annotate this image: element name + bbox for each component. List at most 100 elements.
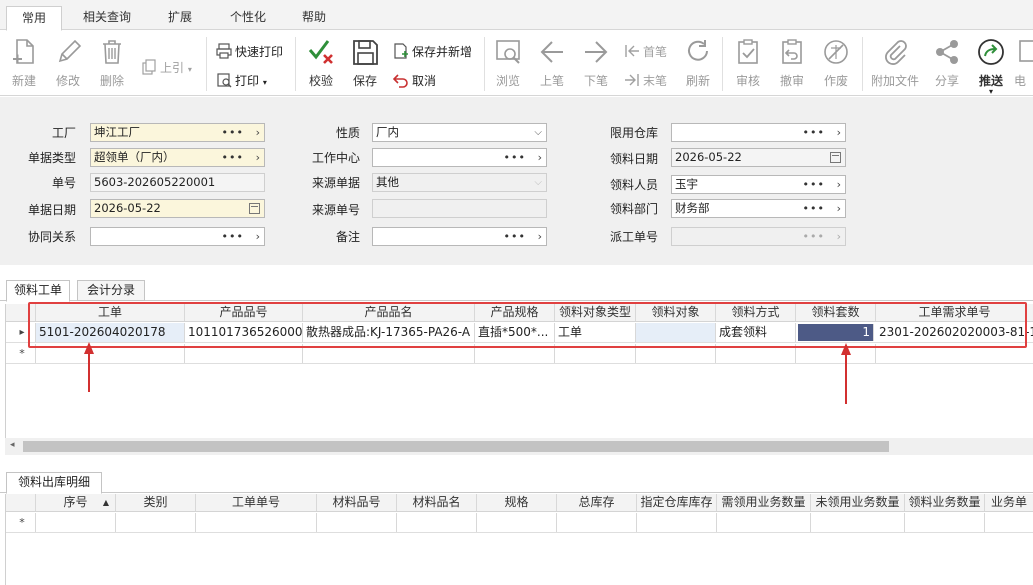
- doc-date-label: 单据日期: [27, 203, 76, 217]
- col-unpicked-qty[interactable]: 未领用业务数量: [811, 494, 905, 511]
- col-warehouse-stock[interactable]: 指定仓库库存: [637, 494, 717, 511]
- chevron-right-icon[interactable]: ›: [256, 228, 260, 245]
- print-button[interactable]: 打印 ▾: [216, 71, 267, 91]
- factory-label: 工厂: [51, 126, 76, 140]
- save-and-new-button[interactable]: 保存并新增: [393, 42, 472, 62]
- col-required-qty[interactable]: 需领用业务数量: [717, 494, 811, 511]
- chevron-right-icon[interactable]: ›: [837, 176, 841, 193]
- more-icon[interactable]: •••: [222, 124, 244, 141]
- more-icon[interactable]: •••: [803, 124, 825, 141]
- detail-tabs-2: 领料出库明细: [0, 468, 1033, 494]
- prev-ref-button[interactable]: 上引 ▾: [141, 58, 192, 78]
- pick-dept-label: 领料部门: [609, 202, 658, 216]
- save-button[interactable]: 保存: [344, 35, 386, 91]
- browse-icon: [496, 40, 520, 64]
- horizontal-scrollbar[interactable]: ◂: [5, 438, 1033, 455]
- col-material-no[interactable]: 材料品号: [317, 494, 397, 511]
- new-row[interactable]: *: [6, 513, 1033, 533]
- scroll-left-icon[interactable]: ◂: [10, 440, 15, 450]
- collab-field[interactable]: ••• ›: [90, 227, 265, 246]
- quick-print-button[interactable]: 快速打印: [216, 42, 283, 62]
- col-material-name[interactable]: 材料品名: [397, 494, 477, 511]
- delete-button[interactable]: 删除: [91, 35, 133, 91]
- chevron-right-icon[interactable]: ›: [256, 124, 260, 141]
- pick-dept-field[interactable]: 财务部 ••• ›: [671, 199, 846, 218]
- cancel-button[interactable]: 取消: [393, 71, 436, 91]
- tab-outbound-detail[interactable]: 领料出库明细: [6, 472, 102, 494]
- arrow-right-icon: [585, 41, 608, 63]
- remark-field[interactable]: ••• ›: [372, 227, 547, 246]
- calendar-icon[interactable]: [830, 152, 841, 163]
- menu-tab-extend[interactable]: 扩展: [152, 6, 208, 30]
- chevron-right-icon[interactable]: ›: [538, 228, 542, 245]
- picker-field[interactable]: 玉宇 ••• ›: [671, 175, 846, 194]
- outbound-grid: 序号 ▲ 类别 工单单号 材料品号 材料品名 规格 总库存 指定仓库库存 需领用业…: [5, 494, 1033, 585]
- last-record-button[interactable]: 末笔: [624, 71, 667, 91]
- more-icon: •••: [802, 230, 825, 243]
- refresh-button[interactable]: 刷新: [677, 35, 719, 91]
- source-doc-label: 来源单据: [311, 176, 360, 190]
- calendar-icon[interactable]: [249, 203, 260, 214]
- more-icon[interactable]: •••: [222, 149, 244, 166]
- clipboard-undo-icon: [782, 39, 802, 64]
- remark-label: 备注: [335, 230, 360, 244]
- menu-tab-personalize[interactable]: 个性化: [218, 6, 278, 30]
- col-workorder-no[interactable]: 工单单号: [196, 494, 317, 511]
- menu-tab-help[interactable]: 帮助: [288, 6, 340, 30]
- next-record-button[interactable]: 下笔: [575, 35, 617, 91]
- nature-label: 性质: [335, 126, 360, 140]
- tab-pick-workorder[interactable]: 领料工单: [6, 280, 70, 302]
- chevron-right-icon[interactable]: ›: [837, 200, 841, 217]
- trash-icon: [103, 40, 121, 64]
- toolbar-separator: [295, 37, 296, 91]
- edit-button[interactable]: 修改: [47, 35, 89, 91]
- electronic-button[interactable]: 电: [1014, 35, 1033, 91]
- col-business-doc[interactable]: 业务单: [985, 494, 1033, 511]
- doc-date-field[interactable]: 2026-05-22: [90, 199, 265, 218]
- factory-field[interactable]: 坤江工厂 ••• ›: [90, 123, 265, 142]
- push-button[interactable]: 推送 ▾: [970, 35, 1012, 96]
- doc-type-field[interactable]: 超领单（厂内） ••• ›: [90, 148, 265, 167]
- tab-accounting-entry[interactable]: 会计分录: [77, 280, 145, 301]
- more-icon[interactable]: •••: [222, 228, 244, 245]
- nature-select[interactable]: 厂内 ⌵: [372, 123, 547, 142]
- col-picked-qty[interactable]: 领料业务数量: [905, 494, 985, 511]
- clipboard-check-icon: [738, 39, 758, 64]
- col-category[interactable]: 类别: [116, 494, 196, 511]
- pick-date-field[interactable]: 2026-05-22: [671, 148, 846, 167]
- chevron-down-icon[interactable]: ⌵: [534, 124, 542, 141]
- source-no-field[interactable]: [372, 199, 547, 218]
- menu-tab-related-query[interactable]: 相关查询: [72, 6, 142, 30]
- scroll-thumb[interactable]: [23, 441, 889, 452]
- verify-button[interactable]: 校验: [300, 35, 342, 91]
- warehouse-field[interactable]: ••• ›: [671, 123, 846, 142]
- attach-file-button[interactable]: 附加文件: [870, 35, 920, 91]
- more-icon[interactable]: •••: [504, 149, 526, 166]
- chevron-right-icon[interactable]: ›: [837, 124, 841, 141]
- browse-button[interactable]: 浏览: [487, 35, 529, 91]
- void-button[interactable]: 作废: [815, 35, 857, 91]
- audit-button[interactable]: 审核: [727, 35, 769, 91]
- share-button[interactable]: 分享: [926, 35, 968, 91]
- menu-tab-common[interactable]: 常用: [6, 6, 62, 31]
- prev-record-button[interactable]: 上笔: [531, 35, 573, 91]
- more-icon[interactable]: •••: [803, 200, 825, 217]
- col-spec[interactable]: 规格: [477, 494, 557, 511]
- col-total-stock[interactable]: 总库存: [557, 494, 637, 511]
- sort-asc-icon: ▲: [102, 498, 109, 507]
- work-center-field[interactable]: ••• ›: [372, 148, 547, 167]
- doc-no-field[interactable]: 5603-202605220001: [90, 173, 265, 192]
- first-record-button[interactable]: 首笔: [624, 42, 667, 62]
- source-doc-select[interactable]: 其他 ⌵: [372, 173, 547, 192]
- more-icon[interactable]: •••: [504, 228, 526, 245]
- header-form: 工厂 坤江工厂 ••• › 单据类型 超领单（厂内） ••• › 单号 5603-202…: [0, 97, 1033, 265]
- unaudit-button[interactable]: 撤审: [771, 35, 813, 91]
- highlight-box: [28, 302, 1027, 348]
- more-icon[interactable]: •••: [803, 176, 825, 193]
- new-button[interactable]: 新建: [3, 35, 45, 91]
- chevron-down-icon: ▾: [988, 87, 993, 96]
- chevron-right-icon[interactable]: ›: [538, 149, 542, 166]
- dispatch-no-field[interactable]: ••• ›: [671, 227, 846, 246]
- col-seq[interactable]: 序号 ▲: [36, 494, 116, 511]
- chevron-right-icon[interactable]: ›: [256, 149, 260, 166]
